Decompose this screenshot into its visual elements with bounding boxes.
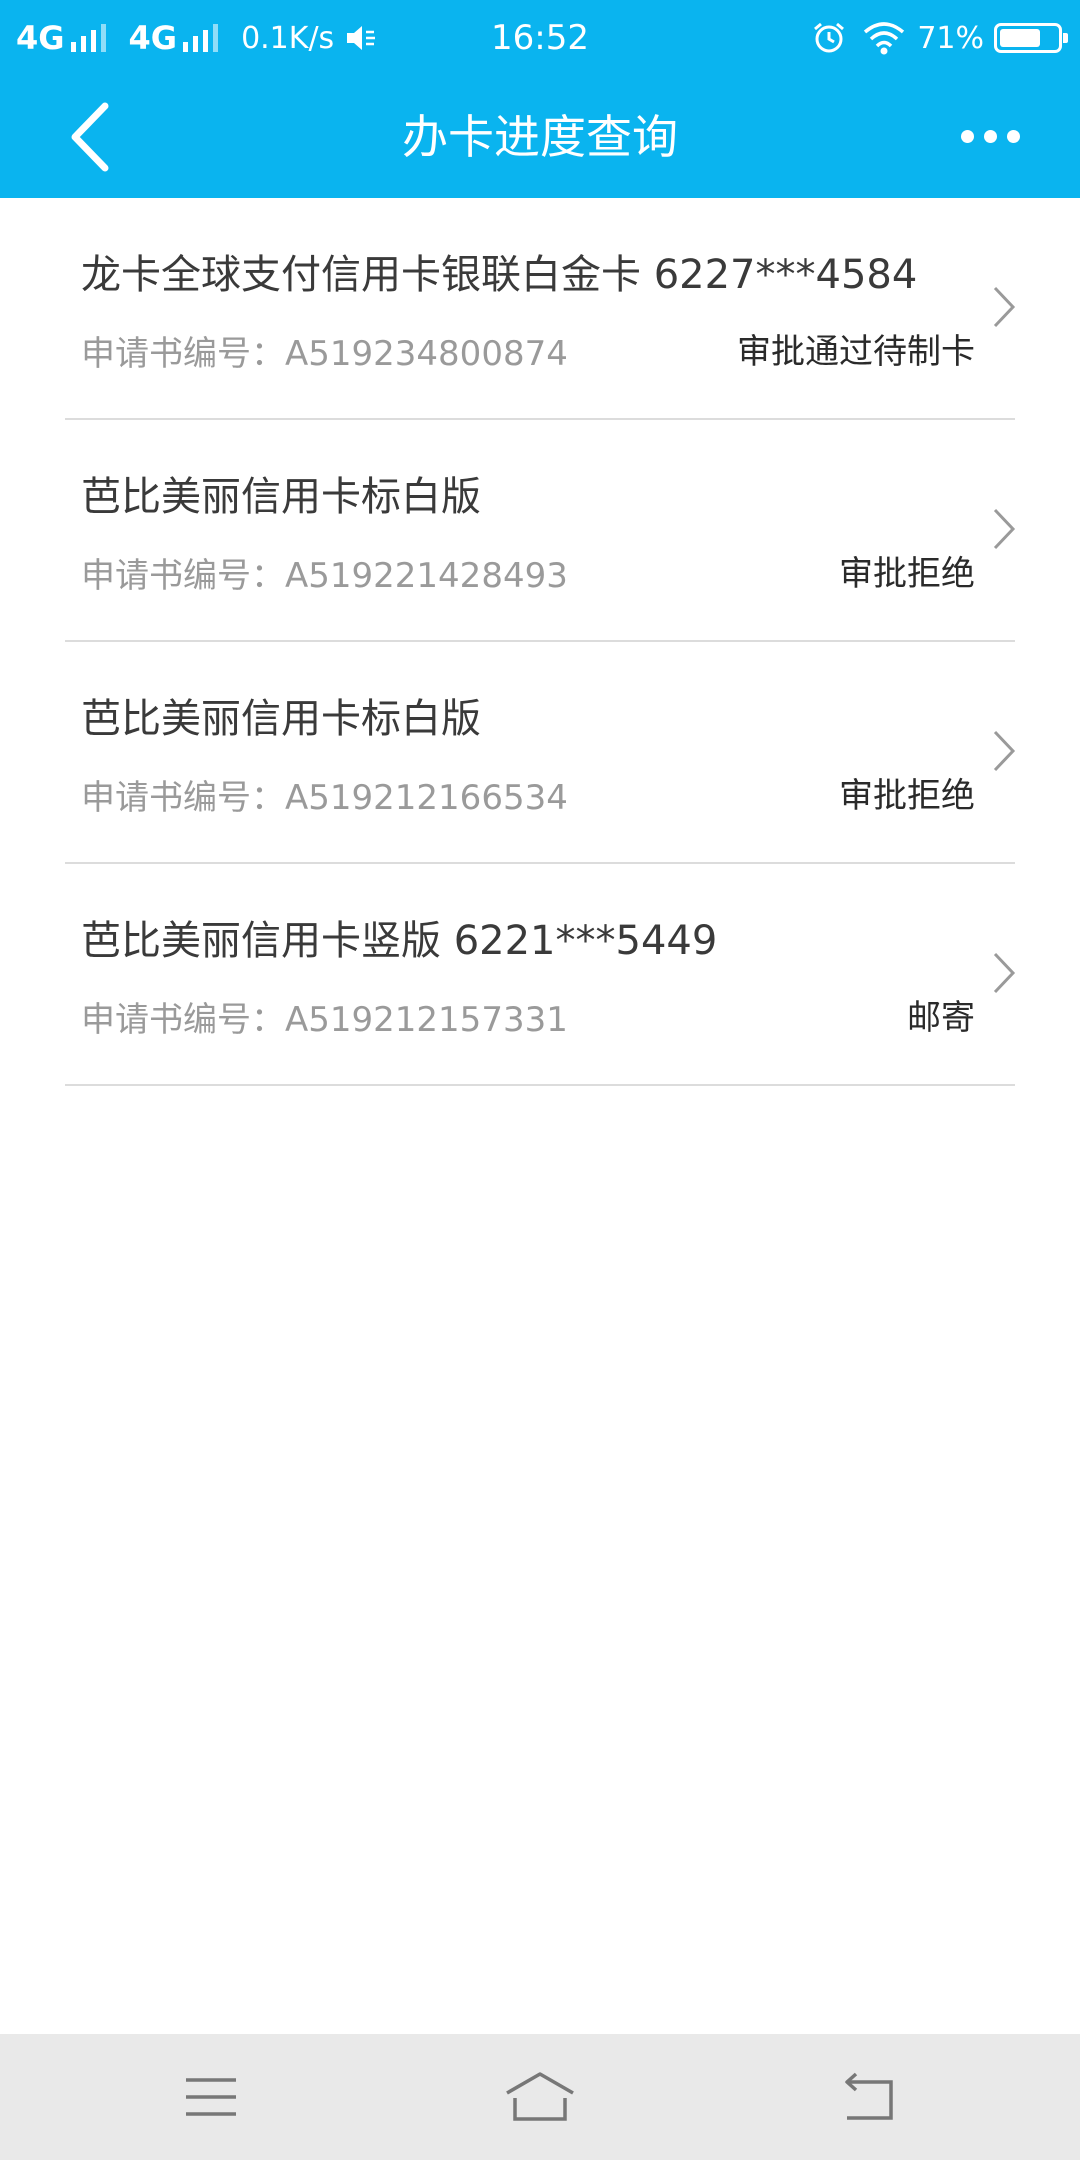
nav-menu-button[interactable] <box>171 2064 251 2130</box>
application-status: 审批拒绝 <box>839 554 975 594</box>
chevron-right-icon <box>993 730 1016 772</box>
menu-icon <box>186 2078 236 2116</box>
list-item[interactable]: 龙卡全球支付信用卡银联白金卡 6227***4584 申请书编号：A519234… <box>65 198 1016 420</box>
card-name: 芭比美丽信用卡竖版 6221***5449 <box>81 918 718 964</box>
application-number: 申请书编号：A519212166534 <box>81 778 568 818</box>
battery-level <box>1000 29 1040 47</box>
alarm-icon <box>814 22 845 53</box>
more-button[interactable] <box>940 102 1040 172</box>
card-name: 芭比美丽信用卡标白版 <box>81 474 481 520</box>
list-item[interactable]: 芭比美丽信用卡标白版 申请书编号：A519221428493 审批拒绝 <box>65 420 1016 642</box>
home-icon <box>506 2072 574 2121</box>
chevron-right-icon <box>993 508 1016 550</box>
battery-percent: 71% <box>917 20 984 56</box>
application-status: 审批通过待制卡 <box>737 332 975 372</box>
application-number: 申请书编号：A519221428493 <box>81 556 568 596</box>
chevron-right-icon <box>993 952 1016 994</box>
status-right: 71% <box>795 0 1068 76</box>
battery-icon <box>994 23 1068 53</box>
wifi-icon <box>864 22 905 55</box>
application-status: 审批拒绝 <box>839 776 975 816</box>
status-bar: 4G 4G 0.1K/s 16:52 71% <box>0 0 1080 76</box>
list-item[interactable]: 芭比美丽信用卡竖版 6221***5449 申请书编号：A51921215733… <box>65 864 1016 1086</box>
chevron-right-icon <box>993 286 1016 328</box>
application-list: 龙卡全球支付信用卡银联白金卡 6227***4584 申请书编号：A519234… <box>0 198 1080 1086</box>
more-dots-icon <box>956 128 1025 147</box>
application-status: 邮寄 <box>907 998 975 1038</box>
system-nav-bar <box>0 2034 1080 2160</box>
card-name: 龙卡全球支付信用卡银联白金卡 6227***4584 <box>81 252 918 298</box>
nav-home-button[interactable] <box>500 2064 580 2130</box>
back-icon <box>845 2072 893 2120</box>
list-item[interactable]: 芭比美丽信用卡标白版 申请书编号：A519212166534 审批拒绝 <box>65 642 1016 864</box>
card-name: 芭比美丽信用卡标白版 <box>81 696 481 742</box>
nav-back-button[interactable] <box>829 2064 909 2130</box>
application-number: 申请书编号：A519234800874 <box>81 334 568 374</box>
application-number: 申请书编号：A519212157331 <box>81 1000 568 1040</box>
page-title: 办卡进度查询 <box>402 110 678 164</box>
header: 办卡进度查询 <box>0 76 1080 198</box>
